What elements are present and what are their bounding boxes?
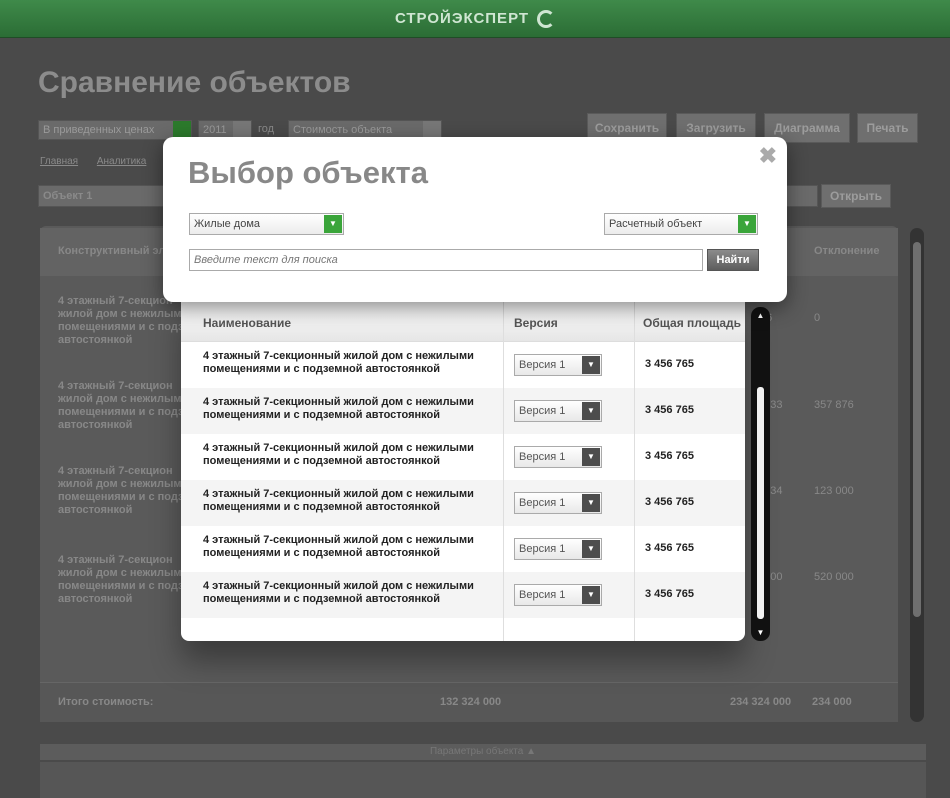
scroll-down-icon[interactable]: ▼ [751, 628, 770, 637]
page-scrollbar[interactable] [910, 228, 924, 722]
bg-row-deviation: 520 000 [814, 571, 854, 583]
version-select[interactable]: Версия 1 ▼ [514, 400, 602, 422]
item-area: 3 456 765 [645, 496, 694, 508]
version-select[interactable]: Версия 1 ▼ [514, 446, 602, 468]
list-item[interactable]: 4 этажный 7-секционный жилой дом с нежил… [181, 342, 745, 388]
list-scrollbar[interactable]: ▲ ▼ [751, 307, 770, 641]
header-deviation: Отклонение [814, 245, 880, 257]
list-header: Наименование Версия Общая площадь [181, 300, 745, 342]
item-name: 4 этажный 7-секционный жилой дом с нежил… [203, 350, 474, 375]
total-value-2: 234 324 000 [730, 696, 792, 708]
version-value: Версия 1 [519, 405, 566, 417]
item-name: 4 этажный 7-секционный жилой дом с нежил… [203, 442, 474, 467]
close-icon[interactable]: ✖ [759, 143, 777, 169]
modal-title: Выбор объекта [188, 155, 428, 190]
year-select-value: 2011 [203, 124, 227, 136]
total-value-3: 234 000 [812, 696, 852, 708]
version-value: Версия 1 [519, 451, 566, 463]
scrollbar-thumb[interactable] [913, 242, 921, 617]
version-select[interactable]: Версия 1 ▼ [514, 354, 602, 376]
column-divider [634, 300, 635, 641]
object-list: Наименование Версия Общая площадь 4 этаж… [181, 300, 745, 641]
item-area: 3 456 765 [645, 450, 694, 462]
chevron-down-icon: ▼ [582, 586, 600, 604]
item-name: 4 этажный 7-секционный жилой дом с нежил… [203, 488, 474, 513]
column-area[interactable]: Общая площадь [643, 316, 741, 330]
list-item[interactable]: 4 этажный 7-секционный жилой дом с нежил… [181, 526, 745, 572]
chevron-down-icon: ▼ [582, 448, 600, 466]
version-select[interactable]: Версия 1 ▼ [514, 538, 602, 560]
version-value: Версия 1 [519, 359, 566, 371]
column-divider [503, 300, 504, 641]
bg-row-name: 4 этажный 7-секцион жилой дом с нежилым … [58, 465, 184, 516]
total-value-1: 132 324 000 [440, 696, 502, 708]
breadcrumb: Главная Аналитика [40, 156, 162, 167]
print-button[interactable]: Печать [857, 113, 918, 143]
find-button[interactable]: Найти [707, 249, 759, 271]
chevron-down-icon: ▼ [582, 402, 600, 420]
brand-logo-icon [537, 9, 556, 28]
params-panel [40, 762, 926, 798]
bg-row-deviation: 0 [814, 312, 821, 324]
chevron-down-icon: ▼ [582, 494, 600, 512]
object-type-value: Жилые дома [194, 218, 261, 230]
brand-name: СТРОЙЭКСПЕРТ [394, 10, 530, 27]
year-label: год [258, 123, 275, 135]
bg-row-deviation: 357 876 [814, 399, 854, 411]
version-value: Версия 1 [519, 589, 566, 601]
object-type-select[interactable]: Жилые дома ▼ [189, 213, 344, 235]
open-button[interactable]: Открыть [821, 184, 891, 208]
object-kind-value: Расчетный объект [609, 218, 703, 230]
total-label: Итого стоимость: [58, 696, 154, 708]
chevron-down-icon: ▼ [324, 215, 342, 233]
scrollbar-thumb[interactable] [757, 387, 764, 619]
scroll-up-icon[interactable]: ▲ [751, 311, 770, 320]
chevron-down-icon: ▼ [738, 215, 756, 233]
item-name: 4 этажный 7-секционный жилой дом с нежил… [203, 396, 474, 421]
item-name: 4 этажный 7-секционный жилой дом с нежил… [203, 580, 474, 605]
item-area: 3 456 765 [645, 404, 694, 416]
breadcrumb-analytics[interactable]: Аналитика [97, 156, 147, 167]
price-select-value: В приведенных ценах [43, 124, 155, 136]
bg-row-name: 4 этажный 7-секцион жилой дом с нежилым … [58, 380, 184, 431]
chevron-down-icon: ▼ [582, 540, 600, 558]
search-input[interactable] [189, 249, 703, 271]
metric-select-value: Стоимость объекта [293, 124, 393, 136]
breadcrumb-home[interactable]: Главная [40, 156, 78, 167]
bg-row-name: 4 этажный 7-секцион жилой дом с нежилым … [58, 295, 184, 346]
version-value: Версия 1 [519, 543, 566, 555]
column-name[interactable]: Наименование [203, 316, 291, 330]
version-select[interactable]: Версия 1 ▼ [514, 584, 602, 606]
item-area: 3 456 765 [645, 358, 694, 370]
chevron-down-icon: ▼ [582, 356, 600, 374]
list-item[interactable]: 4 этажный 7-секционный жилой дом с нежил… [181, 388, 745, 434]
version-value: Версия 1 [519, 497, 566, 509]
bg-row-name: 4 этажный 7-секцион жилой дом с нежилым … [58, 554, 184, 605]
page-title: Сравнение объектов [38, 66, 351, 99]
list-item[interactable]: 4 этажный 7-секционный жилой дом с нежил… [181, 434, 745, 480]
bg-row-deviation: 123 000 [814, 485, 854, 497]
item-area: 3 456 765 [645, 588, 694, 600]
list-item[interactable]: 4 этажный 7-секционный жилой дом с нежил… [181, 480, 745, 526]
params-toggle[interactable]: Параметры объекта ▲ [40, 744, 926, 760]
column-version[interactable]: Версия [514, 316, 558, 330]
version-select[interactable]: Версия 1 ▼ [514, 492, 602, 514]
header-constructive: Конструктивный эл [58, 245, 166, 257]
object-kind-select[interactable]: Расчетный объект ▼ [604, 213, 758, 235]
select-object-modal: Выбор объекта ✖ Жилые дома ▼ Расчетный о… [163, 137, 787, 302]
list-item[interactable]: 4 этажный 7-секционный жилой дом с нежил… [181, 572, 745, 618]
top-bar: СТРОЙЭКСПЕРТ [0, 0, 950, 38]
item-name: 4 этажный 7-секционный жилой дом с нежил… [203, 534, 474, 559]
item-area: 3 456 765 [645, 542, 694, 554]
